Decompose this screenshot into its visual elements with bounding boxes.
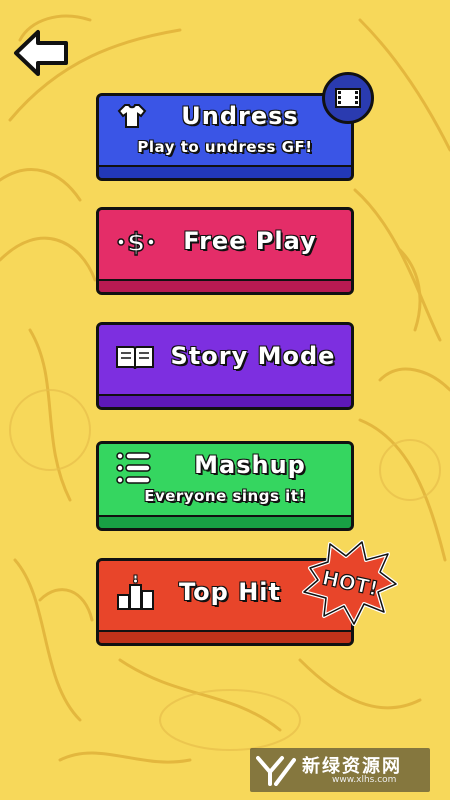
hot-badge: HOT!	[302, 540, 398, 626]
watermark-url: www.xlhs.com	[332, 775, 397, 785]
undress-subtitle: Play to undress GF!	[137, 137, 313, 156]
back-arrow-icon	[14, 30, 68, 76]
free-play-title: Free Play	[183, 226, 317, 255]
story-mode-button-lip	[99, 396, 351, 407]
top-hit-button-lip	[99, 632, 351, 643]
podium-icon	[117, 574, 154, 610]
undress-button-lip	[99, 167, 351, 178]
mashup-title: Mashup	[194, 450, 306, 479]
mashup-subtitle: Everyone sings it!	[144, 486, 306, 505]
watermark: 新绿资源网 www.xlhs.com	[250, 748, 430, 792]
back-button[interactable]	[12, 28, 70, 78]
undress-title: Undress	[181, 101, 299, 130]
film-badge	[322, 72, 374, 124]
mashup-button[interactable]: Mashup Everyone sings it!	[96, 441, 354, 531]
film-icon	[335, 88, 361, 108]
undress-button[interactable]: Undress Play to undress GF!	[96, 93, 354, 181]
free-play-button[interactable]: $ Free Play	[96, 207, 354, 295]
free-play-button-lip	[99, 281, 351, 292]
watermark-logo-icon	[256, 756, 296, 786]
story-mode-title: Story Mode	[170, 341, 336, 370]
mashup-button-lip	[99, 517, 351, 528]
story-mode-button[interactable]: Story Mode	[96, 322, 354, 410]
